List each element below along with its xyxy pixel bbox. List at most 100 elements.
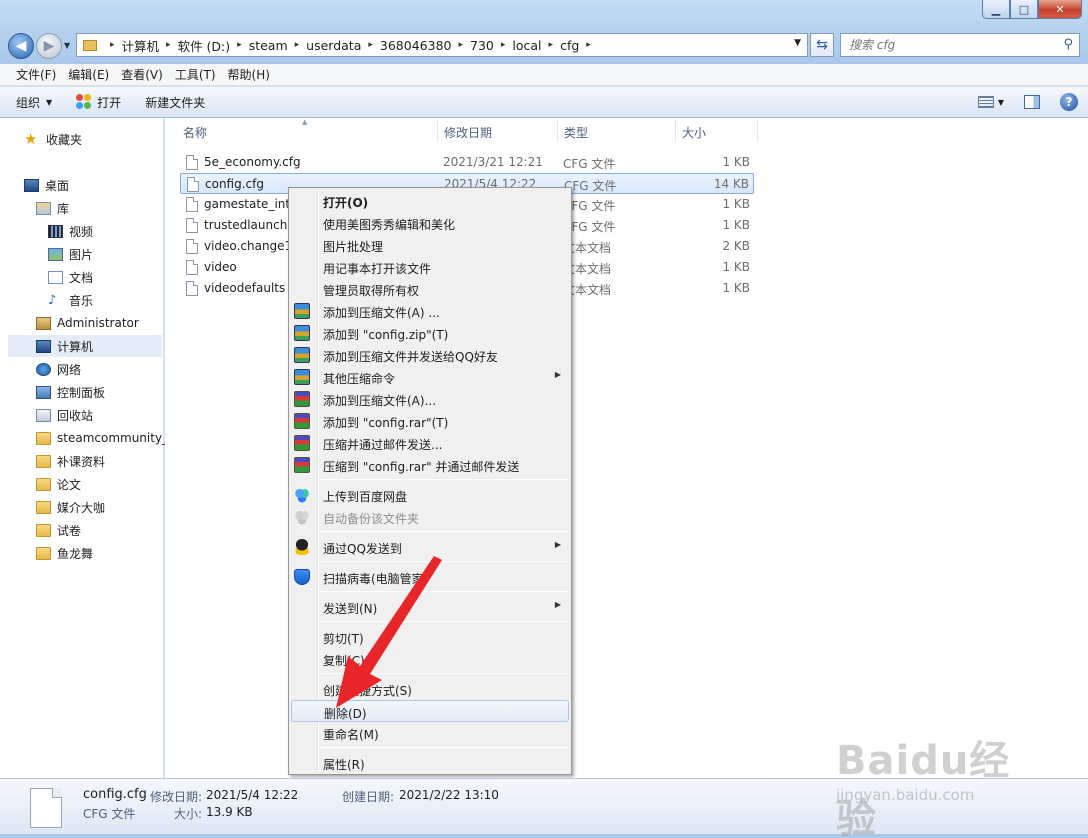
- menu-view[interactable]: 查看(V): [115, 66, 169, 83]
- ctx-add-archive-zip[interactable]: 添加到压缩文件(A) ...: [291, 300, 569, 322]
- breadcrumb-separator[interactable]: ▸: [549, 40, 554, 50]
- zip-archive-icon: [294, 369, 310, 385]
- cfg-file-icon: [187, 177, 199, 192]
- breadcrumb-separator[interactable]: ▸: [501, 40, 506, 50]
- library-icon: [36, 201, 51, 215]
- breadcrumb-cfg[interactable]: cfg: [560, 38, 579, 53]
- ctx-notepad[interactable]: 用记事本打开该文件: [291, 256, 569, 278]
- menu-tools[interactable]: 工具(T): [169, 66, 222, 83]
- column-divider[interactable]: [437, 120, 438, 142]
- menu-edit[interactable]: 编辑(E): [62, 66, 115, 83]
- column-divider[interactable]: [757, 120, 758, 142]
- breadcrumb-computer[interactable]: 计算机: [122, 36, 160, 55]
- column-header-name[interactable]: 名称: [183, 124, 207, 141]
- column-header-size[interactable]: 大小: [682, 124, 706, 141]
- magnifier-icon[interactable]: ⚲: [1063, 37, 1073, 52]
- ctx-baidu-upload[interactable]: 上传到百度网盘: [291, 484, 569, 506]
- address-bar[interactable]: ▸ 计算机 ▸ 软件 (D:) ▸ steam ▸ userdata ▸ 368…: [76, 33, 808, 57]
- breadcrumb-drive[interactable]: 软件 (D:): [178, 36, 231, 55]
- view-options-icon[interactable]: [977, 96, 994, 108]
- address-dropdown[interactable]: ▼: [794, 38, 801, 48]
- zip-archive-icon: [294, 347, 310, 363]
- chevron-down-icon[interactable]: ▼: [998, 98, 1004, 107]
- column-header-date[interactable]: 修改日期: [444, 124, 492, 141]
- nav-label: 桌面: [45, 178, 70, 193]
- maximize-button[interactable]: □: [1010, 0, 1038, 19]
- breadcrumb-separator[interactable]: ▸: [166, 40, 171, 50]
- menu-separator: [320, 531, 568, 532]
- ctx-rename[interactable]: 重命名(M): [291, 722, 569, 744]
- file-size: 2 KB: [722, 239, 750, 253]
- breadcrumb-separator[interactable]: ▸: [586, 40, 591, 50]
- computer-icon: [36, 339, 51, 353]
- file-type: CFG 文件: [563, 157, 616, 171]
- open-button[interactable]: 打开: [76, 94, 121, 111]
- preview-pane-icon[interactable]: [1024, 95, 1040, 109]
- arrow-right-icon: ▶: [43, 38, 55, 54]
- breadcrumb-separator[interactable]: ▸: [110, 40, 115, 50]
- minimize-button[interactable]: ▁: [982, 0, 1010, 19]
- nav-label: 论文: [57, 477, 82, 492]
- search-input[interactable]: [841, 34, 1041, 56]
- breadcrumb-separator[interactable]: ▸: [368, 40, 373, 50]
- nav-label: 库: [57, 201, 70, 216]
- window-chrome: ▁ □ ✕ ◀ ▶ ▼ ▸ 计算机 ▸ 软件 (D:) ▸ steam ▸ us…: [0, 0, 1088, 64]
- folder-icon: [36, 523, 51, 537]
- ctx-compress-rar-email[interactable]: 压缩到 "config.rar" 并通过邮件发送: [291, 454, 569, 476]
- close-button[interactable]: ✕: [1038, 0, 1082, 19]
- ctx-other-compress[interactable]: 其他压缩命令 ▶: [291, 366, 569, 388]
- column-divider[interactable]: [675, 120, 676, 142]
- ctx-properties[interactable]: 属性(R): [291, 752, 569, 774]
- ctx-add-archive-rar[interactable]: 添加到压缩文件(A)...: [291, 388, 569, 410]
- help-icon[interactable]: ?: [1060, 93, 1078, 111]
- ctx-open[interactable]: 打开(O): [291, 190, 569, 212]
- winrar-icon: [294, 435, 310, 451]
- breadcrumb-separator[interactable]: ▸: [295, 40, 300, 50]
- breadcrumb-userdata[interactable]: userdata: [306, 38, 361, 53]
- ctx-add-config-zip[interactable]: 添加到 "config.zip"(T): [291, 322, 569, 344]
- file-size: 1 KB: [722, 281, 750, 295]
- breadcrumb-local[interactable]: local: [512, 38, 541, 53]
- menu-help[interactable]: 帮助(H): [222, 66, 276, 83]
- breadcrumb-steam[interactable]: steam: [249, 38, 288, 53]
- column-header-type[interactable]: 类型: [564, 124, 588, 141]
- breadcrumb-separator[interactable]: ▸: [458, 40, 463, 50]
- ctx-compress-email[interactable]: 压缩并通过邮件发送...: [291, 432, 569, 454]
- recent-pages-dropdown[interactable]: ▼: [64, 41, 70, 50]
- ctx-add-config-rar[interactable]: 添加到 "config.rar"(T): [291, 410, 569, 432]
- zip-archive-icon: [294, 325, 310, 341]
- baidu-netdisk-icon: [294, 487, 310, 503]
- back-button[interactable]: ◀: [8, 33, 34, 59]
- breadcrumb-userid[interactable]: 368046380: [380, 38, 452, 53]
- ctx-label: 重命名(M): [323, 728, 379, 742]
- organize-button[interactable]: 组织 ▼: [16, 94, 52, 111]
- nav-label: 收藏夹: [46, 132, 83, 147]
- nav-computer[interactable]: 计算机: [8, 335, 162, 357]
- file-size: 1 KB: [722, 197, 750, 211]
- menu-file[interactable]: 文件(F): [10, 66, 62, 83]
- ctx-meitu[interactable]: 使用美图秀秀编辑和美化: [291, 212, 569, 234]
- breadcrumb-separator[interactable]: ▸: [237, 40, 242, 50]
- ctx-add-send-qq[interactable]: 添加到压缩文件并发送给QQ好友: [291, 344, 569, 366]
- breadcrumb-730[interactable]: 730: [470, 38, 494, 53]
- nav-favorites[interactable]: ★ 收藏夹: [24, 128, 186, 150]
- refresh-button[interactable]: ⇆: [810, 33, 834, 57]
- column-divider[interactable]: [557, 120, 558, 142]
- cfg-file-icon: [186, 155, 198, 170]
- folder-icon: [36, 454, 51, 468]
- nav-desktop[interactable]: 桌面: [24, 174, 186, 196]
- ctx-label: 添加到压缩文件(A)...: [323, 394, 437, 408]
- file-size: 1 KB: [722, 218, 750, 232]
- ctx-batch[interactable]: 图片批处理: [291, 234, 569, 256]
- nav-label: 视频: [69, 224, 94, 239]
- new-folder-button[interactable]: 新建文件夹: [145, 94, 205, 111]
- control-panel-icon: [36, 385, 51, 399]
- forward-button[interactable]: ▶: [36, 33, 62, 59]
- details-size-value: 13.9 KB: [206, 805, 253, 819]
- triangle-right-icon: ▶: [554, 600, 561, 609]
- navigation-pane: ★ 收藏夹 桌面 库 视频 图片 文档 ♪ 音乐 Administrator 计…: [0, 118, 176, 778]
- ctx-take-ownership[interactable]: 管理员取得所有权: [291, 278, 569, 300]
- ctx-qq-send[interactable]: 通过QQ发送到 ▶: [291, 536, 569, 558]
- folder-icon: [36, 477, 51, 491]
- file-row[interactable]: 5e_economy.cfg 2021/3/21 12:21 CFG 文件 1 …: [180, 152, 754, 173]
